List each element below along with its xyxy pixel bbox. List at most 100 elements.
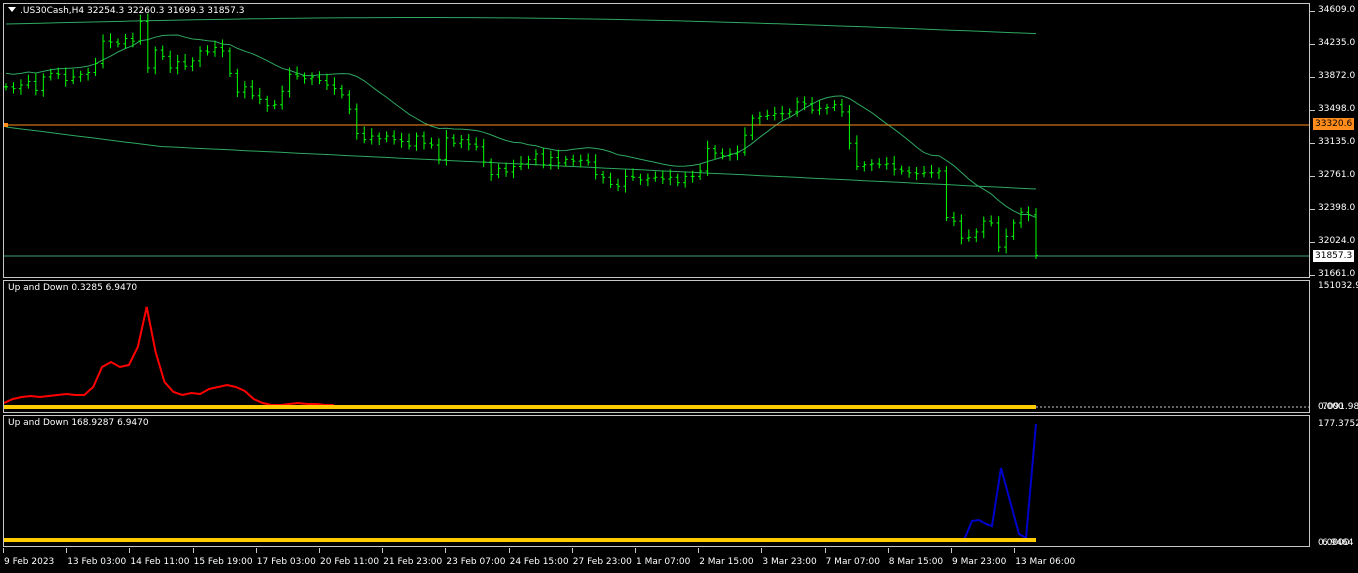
indicator2-axis-bottom-overlay: 6.9464 [1322, 538, 1354, 548]
ohlc-bar [414, 132, 419, 151]
ohlc-bar [847, 105, 852, 150]
ohlc-bar [11, 82, 16, 94]
time-axis-label: 1 Mar 07:00 [636, 557, 691, 567]
indicator2-canvas[interactable] [4, 416, 1310, 547]
time-axis-label: 14 Feb 11:00 [130, 557, 190, 567]
ohlc-bar [548, 150, 553, 170]
ohlc-bar [451, 134, 456, 147]
ohlc-bar [235, 68, 240, 98]
ohlc-bar [257, 87, 262, 105]
time-axis-tick [761, 548, 763, 553]
ohlc-bar [145, 13, 150, 73]
time-axis-tick [571, 548, 573, 553]
time-axis-label: 23 Feb 07:00 [446, 557, 506, 567]
time-axis-label: 9 Mar 23:00 [952, 557, 1007, 567]
price-axis-label: 32761.0 [1318, 170, 1356, 180]
ohlc-bar [683, 171, 688, 188]
time-axis-tick [445, 548, 447, 553]
time-axis-tick [382, 548, 384, 553]
ohlc-bar [399, 132, 404, 148]
ohlc-bar [884, 157, 889, 170]
ohlc-bar [86, 67, 91, 81]
ohlc-bar [287, 67, 292, 98]
time-axis-tick [192, 548, 194, 553]
price-axis-label: 32024.0 [1318, 236, 1356, 246]
ohlc-bar [474, 137, 479, 151]
time-axis-tick [66, 548, 68, 553]
time-axis-label: 21 Feb 23:00 [383, 557, 443, 567]
ohlc-bar [951, 211, 956, 227]
hline-handle-left[interactable] [4, 123, 8, 127]
ohlc-bar [392, 130, 397, 145]
ohlc-bar [302, 72, 307, 84]
indicator2-axis-top: 177.3752 [1318, 419, 1358, 429]
ohlc-bar [601, 171, 606, 184]
ohlc-bar [265, 95, 270, 112]
ohlc-bar [780, 105, 785, 120]
price-axis-tick [1310, 176, 1315, 177]
time-axis-tick [951, 548, 952, 553]
ohlc-bar [212, 40, 217, 57]
indicator1-pane[interactable]: Up and Down 0.3285 6.9470 [3, 280, 1310, 413]
ohlc-bar [384, 131, 389, 143]
ohlc-bar [429, 137, 434, 149]
ohlc-bar [496, 163, 501, 179]
ohlc-bar [1019, 207, 1024, 228]
indicator1-canvas[interactable] [4, 281, 1310, 413]
ohlc-bar [101, 34, 106, 69]
ohlc-bar [899, 165, 904, 175]
time-axis-tick [255, 548, 257, 553]
ohlc-bar [153, 46, 158, 75]
time-axis-label: 20 Feb 11:00 [320, 557, 380, 567]
ohlc-bar [907, 166, 912, 178]
ohlc-bar [41, 73, 46, 97]
indicator1-title: Up and Down 0.3285 6.9470 [8, 283, 138, 293]
indicator2-pane[interactable]: Up and Down 168.9287 6.9470 [3, 415, 1310, 547]
ohlc-bar [638, 173, 643, 185]
price-axis-label: 33135.0 [1318, 137, 1356, 147]
indicator2-title: Up and Down 168.9287 6.9470 [8, 418, 149, 428]
ohlc-bar [1026, 206, 1031, 222]
time-axis-tick [887, 548, 889, 553]
ohlc-bar [519, 155, 523, 171]
ohlc-bar [989, 215, 994, 227]
ohlc-bar [772, 106, 777, 121]
ohlc-bar [757, 111, 762, 125]
ohlc-bar [586, 153, 591, 166]
price-chart-canvas[interactable] [4, 4, 1310, 278]
ohlc-bar [877, 158, 882, 169]
ohlc-bar [630, 168, 635, 181]
time-axis-label: 17 Feb 03:00 [256, 557, 316, 567]
ohlc-bar [981, 216, 986, 239]
ohlc-bar [578, 154, 583, 168]
ohlc-bar [123, 33, 128, 49]
time-axis-label: 13 Feb 03:00 [67, 557, 127, 567]
ohlc-bar [190, 57, 195, 72]
price-axis-tick [1310, 242, 1315, 243]
ohlc-bar [18, 79, 23, 95]
hline-price-label: 33320.6 [1313, 118, 1355, 130]
ohlc-bar [623, 169, 628, 193]
ohlc-bar [115, 38, 120, 48]
ohlc-bar [675, 173, 680, 187]
price-chart-pane[interactable]: .US30Cash,H4 32254.3 32260.3 31699.3 318… [3, 3, 1310, 278]
ohlc-bar [787, 108, 792, 118]
price-axis-tick [1310, 209, 1315, 210]
time-axis-label: 24 Feb 15:00 [509, 557, 569, 567]
ohlc-bar [489, 158, 494, 181]
ohlc-bar [653, 171, 658, 182]
triangle-down-icon[interactable] [8, 7, 16, 12]
ohlc-bar [511, 159, 516, 179]
ohlc-bar [854, 135, 859, 171]
ohlc-bar [466, 133, 471, 151]
indicator1-axis-bottom-overlay: 7091.987 [1322, 402, 1358, 412]
ohlc-bar [839, 99, 844, 117]
envelope-upper-line [5, 17, 1037, 35]
price-axis-tick [1310, 44, 1315, 45]
price-axis-tick [1310, 110, 1315, 111]
ohlc-bar [936, 167, 941, 180]
time-axis-label: 9 Feb 2023 [4, 557, 55, 567]
ohlc-bar [4, 83, 8, 91]
ohlc-bar [220, 39, 225, 58]
ohlc-bar [1034, 208, 1038, 260]
